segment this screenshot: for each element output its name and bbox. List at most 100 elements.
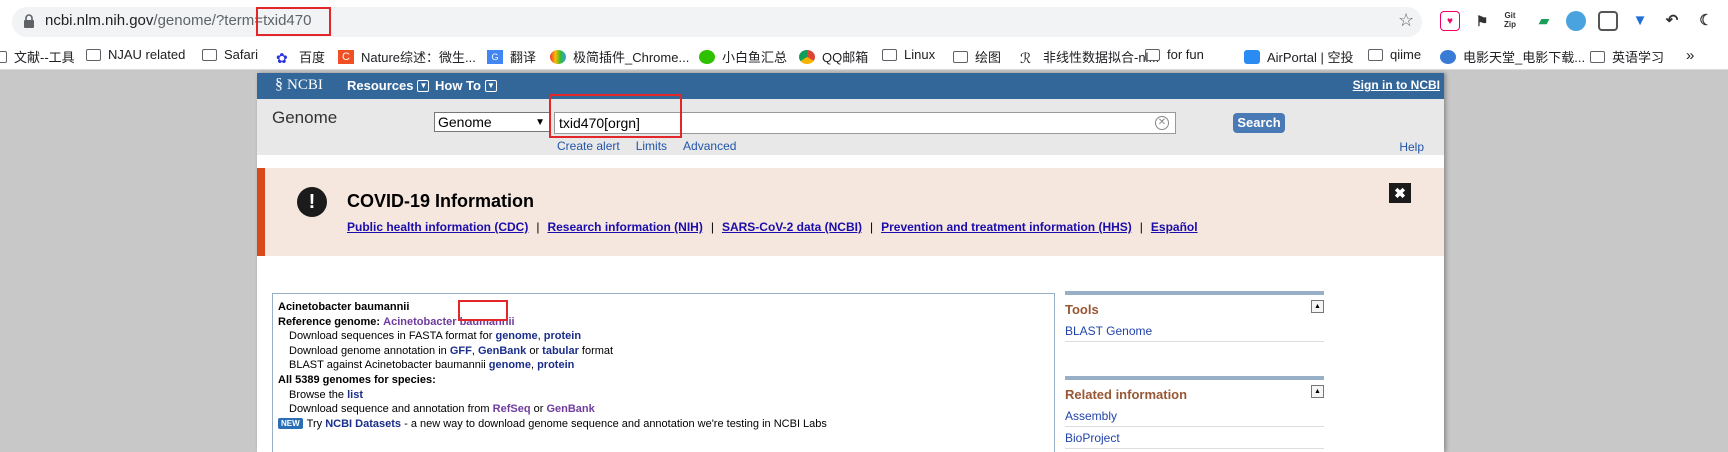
bookmark-item[interactable]: G 翻译 <box>487 47 536 66</box>
bookmark-item[interactable]: C Nature综述：微生... <box>338 47 476 66</box>
new-badge: NEW <box>278 417 303 429</box>
separator: | <box>710 220 714 234</box>
fasta-protein-link[interactable]: protein <box>544 330 581 342</box>
tools-title: Tools <box>1065 302 1099 317</box>
howto-label: How To <box>435 78 481 93</box>
covid-link-espanol[interactable]: Español <box>1151 220 1198 234</box>
airportal-icon <box>1244 49 1260 64</box>
lock-icon[interactable] <box>22 13 36 29</box>
sign-in-link[interactable]: Sign in to NCBI <box>1353 78 1440 92</box>
tabular-link[interactable]: tabular <box>542 345 579 357</box>
separator: | <box>869 220 874 234</box>
covid-link-cdc[interactable]: Public health information (CDC) <box>347 220 528 234</box>
assembly-link[interactable]: Assembly <box>1065 405 1324 427</box>
gff-link[interactable]: GFF <box>450 345 472 357</box>
bioproject-link[interactable]: BioProject <box>1065 427 1324 449</box>
help-link[interactable]: Help <box>1399 140 1424 154</box>
extension-moon-icon[interactable]: ☾ <box>1696 11 1716 31</box>
folder-icon <box>202 48 217 61</box>
ncbi-page: § NCBI Resources ▼ How To ▼ Sign in to NCBI… <box>257 73 1444 452</box>
bookmark-label: for fun <box>1167 47 1204 62</box>
bookmark-item[interactable]: 英语学习 <box>1590 47 1664 66</box>
bookmark-label: QQ邮箱 <box>822 50 869 65</box>
extension-gitzip-icon[interactable]: Git Zip <box>1500 11 1520 31</box>
genome-summary-box: Acinetobacter baumannii Reference genome… <box>272 293 1055 452</box>
alert-icon: ! <box>297 187 327 217</box>
extension-v-icon[interactable]: ▼ <box>1630 11 1650 31</box>
rainbow-icon <box>550 49 566 64</box>
extension-undo-icon[interactable]: ↶ <box>1662 11 1682 31</box>
bookmark-item[interactable]: 绘图 <box>953 47 1001 66</box>
extension-shield-icon[interactable] <box>1566 11 1586 31</box>
covid-link-hhs[interactable]: Prevention and treatment information (HH… <box>881 220 1132 234</box>
bookmark-item[interactable]: 电影天堂_电影下载... <box>1440 47 1585 66</box>
bookmark-item[interactable]: 极简插件_Chrome... <box>550 47 689 66</box>
bookmarks-bar: 文献--工具 NJAU related Safari ✿ 百度 C Nature综述… <box>0 40 1728 70</box>
bookmark-item[interactable]: for fun <box>1145 47 1204 62</box>
related-section: Related information ▲ Assembly BioProjec… <box>1065 376 1324 449</box>
bookmark-item[interactable]: AirPortal | 空投 <box>1244 47 1353 66</box>
bookmark-item[interactable]: 文献--工具 <box>0 47 75 66</box>
bookmark-item[interactable]: Linux <box>882 47 935 62</box>
bookmark-item[interactable]: ℛ 非线性数据拟合-nl... <box>1020 47 1159 66</box>
bookmark-star-icon[interactable]: ☆ <box>1398 11 1414 29</box>
extension-cat-icon[interactable]: ♥ <box>1440 11 1460 31</box>
genbank-download-link[interactable]: GenBank <box>546 403 594 415</box>
blast-protein-link[interactable]: protein <box>537 359 574 371</box>
advanced-link[interactable]: Advanced <box>683 139 736 153</box>
ncbi-logo[interactable]: § NCBI <box>275 76 323 94</box>
ncbi-top-bar: § NCBI Resources ▼ How To ▼ Sign in to NCBI <box>257 73 1444 99</box>
blast-genome-link[interactable]: BLAST Genome <box>1065 320 1324 342</box>
extension-bookmark-icon[interactable]: ⚑ <box>1472 11 1492 31</box>
bookmark-label: Nature综述：微生... <box>361 50 476 65</box>
blast-text: BLAST against Acinetobacter baumannii <box>289 359 486 372</box>
bookmark-item[interactable]: qiime <box>1368 47 1421 62</box>
curve-icon: ℛ <box>1020 49 1032 66</box>
bookmark-item[interactable]: 小白鱼汇总 <box>699 47 787 66</box>
blast-genome-link[interactable]: genome <box>489 359 531 371</box>
browse-list-link[interactable]: list <box>347 389 363 401</box>
extension-window-icon[interactable] <box>1598 11 1618 31</box>
bookmark-item[interactable]: NJAU related <box>86 47 185 62</box>
resources-menu[interactable]: Resources ▼ <box>347 78 430 93</box>
bookmark-item[interactable]: ✿ 百度 <box>276 47 325 66</box>
fasta-genome-link[interactable]: genome <box>495 330 537 342</box>
bookmark-item[interactable]: QQ邮箱 <box>799 47 868 66</box>
howto-menu[interactable]: How To ▼ <box>435 78 497 93</box>
format-text: format <box>581 344 614 357</box>
clear-icon[interactable]: ✕ <box>1155 116 1169 130</box>
database-title: Genome <box>272 108 338 127</box>
extension-green-icon[interactable]: ▰ <box>1534 11 1554 31</box>
search-button[interactable]: Search <box>1233 113 1285 133</box>
url-host: ncbi.nlm.nih.gov <box>45 12 154 29</box>
sidebar: Tools ▲ BLAST Genome Related information… <box>1065 291 1324 449</box>
covid-link-nih[interactable]: Research information (NIH) <box>547 220 702 234</box>
limits-link[interactable]: Limits <box>636 139 667 153</box>
resources-label: Resources <box>347 78 414 93</box>
tools-section: Tools ▲ BLAST Genome <box>1065 291 1324 342</box>
bookmark-label: Safari <box>224 47 258 62</box>
nature-icon: C <box>338 49 354 64</box>
database-select[interactable]: Genome ▼ <box>434 112 550 132</box>
url-query-highlight <box>256 7 331 36</box>
ncbi-datasets-link[interactable]: NCBI Datasets <box>325 418 401 430</box>
database-select-value: Genome <box>438 114 492 130</box>
or-text: or <box>529 344 540 357</box>
browse-text: Browse the <box>289 388 345 401</box>
create-alert-link[interactable]: Create alert <box>557 139 620 153</box>
close-icon[interactable]: ✖ <box>1389 183 1411 203</box>
refseq-link[interactable]: RefSeq <box>493 403 531 415</box>
organism-title: Acinetobacter baumannii <box>278 301 410 313</box>
bookmarks-overflow-button[interactable]: » <box>1686 47 1694 64</box>
separator: | <box>536 220 540 234</box>
folder-icon <box>1368 48 1383 61</box>
separator: | <box>1139 220 1143 234</box>
genbank-link[interactable]: GenBank <box>478 345 526 357</box>
collapse-icon[interactable]: ▲ <box>1311 385 1324 398</box>
bookmark-item[interactable]: Safari <box>202 47 258 62</box>
chevron-down-icon: ▼ <box>417 79 430 92</box>
covid-link-ncbi[interactable]: SARS-CoV-2 data (NCBI) <box>722 220 862 234</box>
collapse-icon[interactable]: ▲ <box>1311 300 1324 313</box>
movie-icon <box>1440 49 1456 64</box>
genome-link-highlight <box>458 300 508 321</box>
